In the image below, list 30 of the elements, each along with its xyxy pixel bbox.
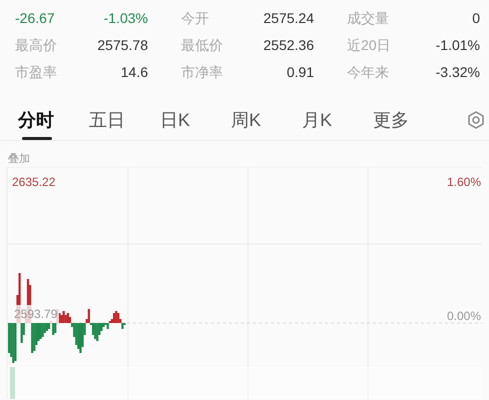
period-tab[interactable]: 更多 bbox=[371, 100, 442, 140]
period-tab[interactable]: 周K bbox=[229, 100, 300, 140]
change-value: -1.03% bbox=[104, 9, 148, 28]
stat-label: 市盈率 bbox=[15, 63, 57, 82]
stat-value: -1.01% bbox=[436, 36, 480, 55]
base-percent-label: 0.00% bbox=[446, 308, 481, 325]
period-tab[interactable]: 分时 bbox=[16, 100, 87, 140]
stat-label: 近20日 bbox=[347, 36, 391, 55]
stat-label: 最低价 bbox=[181, 36, 223, 55]
stat-value: 2575.24 bbox=[263, 9, 314, 28]
settings-icon[interactable] bbox=[467, 111, 485, 129]
stat-label: 今开 bbox=[181, 9, 209, 28]
stat-label: 今年来 bbox=[347, 63, 389, 82]
stat-label: 最高价 bbox=[15, 36, 57, 55]
period-tab[interactable]: 日K bbox=[158, 100, 229, 140]
stat-value: 0 bbox=[472, 9, 480, 28]
high-percent-label: 1.60% bbox=[446, 174, 481, 191]
overlay-label: 叠加 bbox=[8, 153, 30, 165]
stat-value: -3.32% bbox=[436, 63, 480, 82]
stat-label: 成交量 bbox=[347, 9, 389, 28]
base-price-label: 2593.79 bbox=[12, 305, 60, 323]
period-tab[interactable]: 五日 bbox=[87, 100, 158, 140]
stat-label: 市净率 bbox=[181, 63, 223, 82]
stat-value: 0.91 bbox=[286, 63, 314, 82]
high-price-label: 2635.22 bbox=[12, 174, 56, 191]
stat-value: 2575.78 bbox=[97, 36, 148, 55]
change-value: -26.67 bbox=[15, 9, 55, 28]
stat-value: 14.6 bbox=[120, 63, 148, 82]
period-tab[interactable]: 月K bbox=[300, 100, 371, 140]
stat-value: 2552.36 bbox=[263, 36, 314, 55]
